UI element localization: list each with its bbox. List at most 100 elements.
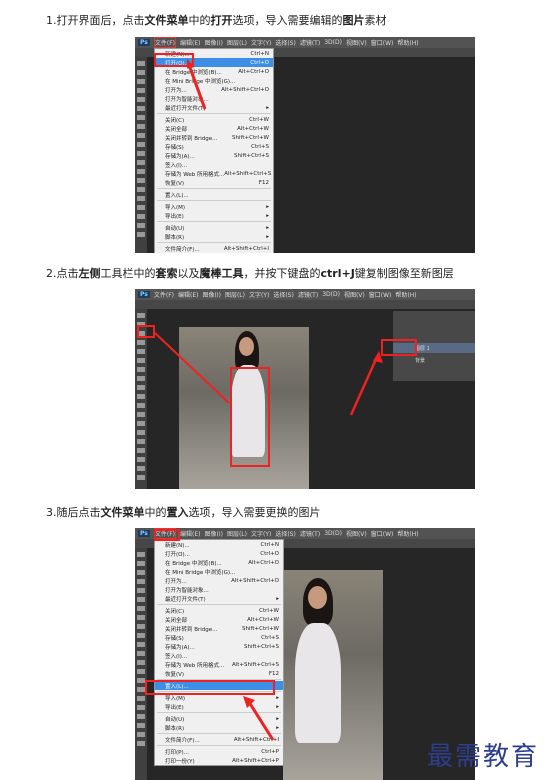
menu-item[interactable]: 导入(M) ▸ xyxy=(155,202,273,211)
menu-item[interactable]: 打开(O)... Ctrl+O xyxy=(155,549,283,558)
layer-row-2[interactable]: 背景 xyxy=(393,355,475,365)
menu-item[interactable]: 在 Mini Bridge 中浏览(G)... xyxy=(155,567,283,576)
menu-item-label: 存储(S) xyxy=(165,144,184,151)
caption-part: 打开 xyxy=(210,14,233,27)
menu-item[interactable]: 脚本(R) ▸ xyxy=(155,232,273,241)
menu-item-shortcut: Ctrl+P xyxy=(261,748,279,755)
caption-part: 中的 xyxy=(144,506,167,519)
red-arrow xyxy=(187,59,207,110)
menu-item-shortcut: Ctrl+N xyxy=(260,541,279,548)
menu-item-shortcut: ▸ xyxy=(266,104,269,111)
menu-item[interactable]: 新建(N)... Ctrl+N xyxy=(155,540,283,549)
menubar-item[interactable]: 窗口(W) xyxy=(371,38,394,47)
menu-item[interactable]: 打印(P)... Ctrl+P xyxy=(155,747,283,756)
menubar-item[interactable]: 编辑(E) xyxy=(180,529,200,538)
menu-item[interactable]: 存储为(A)... Shift+Ctrl+S xyxy=(155,151,273,160)
caption-part: 文件菜单 xyxy=(100,506,145,519)
menubar-item[interactable]: 图层(L) xyxy=(227,38,247,47)
menubar-item[interactable]: 编辑(E) xyxy=(178,290,198,299)
menu-item-label: 关闭(C) xyxy=(165,117,185,124)
menubar-item[interactable]: 3D(D) xyxy=(322,291,340,298)
menubar-item[interactable]: 选择(S) xyxy=(275,529,296,538)
menu-item-label: 文件简介(F)... xyxy=(165,246,200,253)
menu-item[interactable]: 文件简介(F)... Alt+Shift+Ctrl+I xyxy=(155,244,273,253)
step-number: 3. xyxy=(46,506,57,519)
menubar-item[interactable]: 帮助(H) xyxy=(397,38,418,47)
menu-item[interactable]: 置入(L)... xyxy=(155,190,273,199)
menu-item[interactable]: 存储为 Web 所用格式... Alt+Shift+Ctrl+S xyxy=(155,169,273,178)
menubar-item[interactable]: 图层(L) xyxy=(225,290,245,299)
menubar-item[interactable]: 选择(S) xyxy=(273,290,294,299)
menu-item[interactable]: 存储为 Web 所用格式... Alt+Shift+Ctrl+S xyxy=(155,660,283,669)
menu-item-label: 文件简介(F)... xyxy=(165,737,200,744)
menu-item-label: 签入(I)... xyxy=(165,162,188,169)
menu-item[interactable]: 打开为智能对象... xyxy=(155,585,283,594)
menubar-item[interactable]: 帮助(H) xyxy=(397,529,418,538)
menu-item[interactable]: 关闭全部 Alt+Ctrl+W xyxy=(155,124,273,133)
menubar-item[interactable]: 文字(Y) xyxy=(249,290,269,299)
menubar-item[interactable]: 图像(I) xyxy=(205,38,223,47)
menu-item-label: 导入(M) xyxy=(165,204,186,211)
menubar-item[interactable]: 图像(I) xyxy=(205,529,223,538)
menu-separator xyxy=(157,200,271,201)
menu-item[interactable]: 关闭(C) Ctrl+W xyxy=(155,606,283,615)
menubar-item[interactable]: 3D(D) xyxy=(324,39,342,46)
menubar-item[interactable]: 滤镜(T) xyxy=(300,529,320,538)
menu-item-label: 打开为... xyxy=(165,87,187,94)
ps-menubar: Ps 文件(F) 编辑(E) 图像(I) 图层(L) 文字(Y) 选择(S) 滤镜(T) 3D(… xyxy=(135,528,475,539)
menu-item[interactable]: 打开为... Alt+Shift+Ctrl+O xyxy=(155,576,283,585)
place-item-highlight xyxy=(145,680,275,695)
menu-item[interactable]: 关闭全部 Alt+Ctrl+W xyxy=(155,615,283,624)
toolbox xyxy=(135,57,147,253)
menu-item[interactable]: 关闭并转到 Bridge... Shift+Ctrl+W xyxy=(155,133,273,142)
menubar-item[interactable]: 视图(V) xyxy=(346,38,367,47)
menu-item[interactable]: 关闭并转到 Bridge... Shift+Ctrl+W xyxy=(155,624,283,633)
menubar-item[interactable]: 选择(S) xyxy=(275,38,296,47)
menu-item-label: 存储为 Web 所用格式... xyxy=(165,662,225,669)
menubar-item[interactable]: 文件(F) xyxy=(154,290,174,299)
menubar-item[interactable]: 编辑(E) xyxy=(180,38,200,47)
menu-item-shortcut: F12 xyxy=(258,179,269,186)
step-3-caption: 3.随后点击文件菜单中的置入选项，导入需要更换的图片 xyxy=(46,504,321,520)
menu-item[interactable]: 打印一份(Y) Alt+Shift+Ctrl+P xyxy=(155,756,283,765)
menu-item-shortcut: Shift+Ctrl+S xyxy=(244,643,279,650)
step-1-caption: 1.打开界面后，点击文件菜单中的打开选项，导入需要编辑的图片素材 xyxy=(46,12,387,28)
menu-item-shortcut: Alt+Ctrl+W xyxy=(247,616,279,623)
menubar-item[interactable]: 文件(F) xyxy=(153,37,177,48)
menubar-item[interactable]: 视图(V) xyxy=(344,290,365,299)
menu-item[interactable]: 恢复(V) F12 xyxy=(155,178,273,187)
menubar-item[interactable]: 窗口(W) xyxy=(369,290,392,299)
menu-item[interactable]: 恢复(V) F12 xyxy=(155,669,283,678)
menu-item[interactable]: 存储(S) Ctrl+S xyxy=(155,633,283,642)
menubar-item[interactable]: 帮助(H) xyxy=(395,290,416,299)
menubar-item[interactable]: 文字(Y) xyxy=(251,38,271,47)
menu-item-label: 打印一份(Y) xyxy=(165,758,195,765)
red-arrow xyxy=(243,696,275,741)
menu-item-label: 恢复(V) xyxy=(165,671,185,678)
menubar-item[interactable]: 视图(V) xyxy=(346,529,367,538)
menu-item[interactable]: 自动(U) ▸ xyxy=(155,223,273,232)
menu-item[interactable]: 存储(S) Ctrl+S xyxy=(155,142,273,151)
menu-separator xyxy=(157,221,271,222)
menu-item[interactable]: 签入(I)... xyxy=(155,651,283,660)
caption-part: ，并按下键盘的 xyxy=(243,267,321,280)
menubar-item[interactable]: 图层(L) xyxy=(227,529,247,538)
menubar-item[interactable]: 窗口(W) xyxy=(371,529,394,538)
caption-part: 点击 xyxy=(56,267,79,280)
menu-item-label: 恢复(V) xyxy=(165,180,185,187)
menubar-item[interactable]: 滤镜(T) xyxy=(298,290,318,299)
menu-item[interactable]: 导出(E) ▸ xyxy=(155,211,273,220)
menu-item[interactable]: 在 Bridge 中浏览(B)... Alt+Ctrl+O xyxy=(155,558,283,567)
menu-item-label: 关闭并转到 Bridge... xyxy=(165,626,218,633)
menu-item[interactable]: 存储为(A)... Shift+Ctrl+S xyxy=(155,642,283,651)
menu-item-label: 打开(O)... xyxy=(165,551,190,558)
menubar-item[interactable]: 文字(Y) xyxy=(251,529,271,538)
screenshot-place-menu: Ps 文件(F) 编辑(E) 图像(I) 图层(L) 文字(Y) 选择(S) 滤镜(T) 3D(… xyxy=(135,528,475,780)
caption-part: 置入 xyxy=(166,506,189,519)
menu-item-label: 存储为 Web 所用格式... xyxy=(165,171,225,178)
menu-item[interactable]: 签入(I)... xyxy=(155,160,273,169)
menubar-item[interactable]: 滤镜(T) xyxy=(300,38,320,47)
menu-item[interactable]: 最近打开文件(T) ▸ xyxy=(155,594,283,603)
menubar-item[interactable]: 图像(I) xyxy=(203,290,221,299)
menubar-item[interactable]: 3D(D) xyxy=(324,530,342,537)
